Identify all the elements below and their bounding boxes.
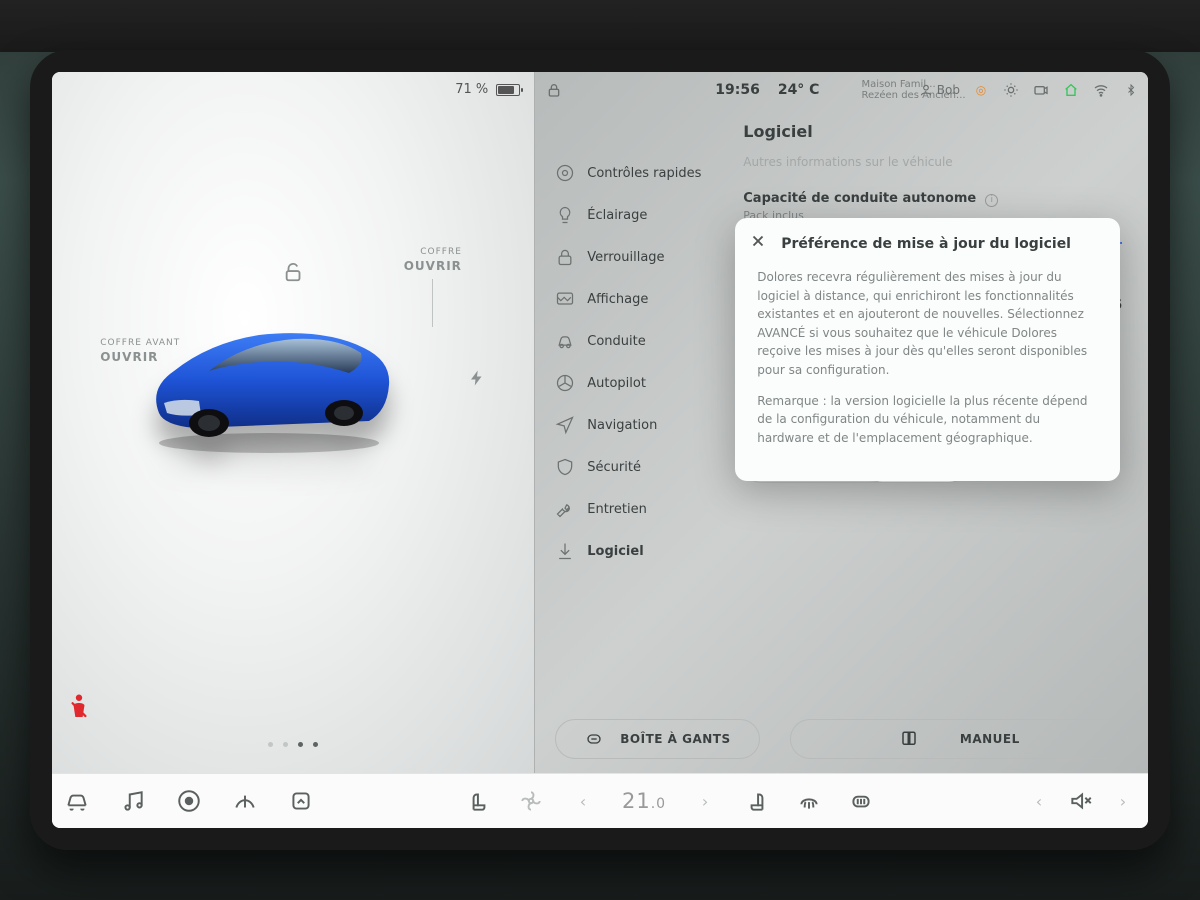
homelink-icon[interactable] xyxy=(1062,81,1080,99)
close-icon[interactable] xyxy=(749,232,767,250)
temp-down-icon[interactable]: ‹ xyxy=(570,788,596,814)
info-icon[interactable]: i xyxy=(985,194,998,207)
seat-heater-right-icon[interactable] xyxy=(744,788,770,814)
seatbelt-warning-icon xyxy=(68,693,90,723)
sidebar-item-lights[interactable]: Éclairage xyxy=(555,194,725,236)
popover-body-2: Remarque : la version logicielle la plus… xyxy=(757,392,1098,448)
sidebar-item-display[interactable]: Affichage xyxy=(555,278,725,320)
charge-port-icon[interactable] xyxy=(468,366,486,394)
climate-temp[interactable]: 21.0 xyxy=(622,789,666,813)
popover-body-1: Dolores recevra régulièrement des mises … xyxy=(757,268,1098,380)
car-app-icon[interactable] xyxy=(64,788,90,814)
update-preference-popover: Préférence de mise à jour du logiciel Do… xyxy=(735,218,1120,481)
popover-title: Préférence de mise à jour du logiciel xyxy=(757,236,1098,252)
lock-open-icon[interactable] xyxy=(283,261,305,287)
page-title: Logiciel xyxy=(743,122,1126,141)
driver-profile[interactable]: Bob xyxy=(919,83,960,97)
volume-mute-icon[interactable] xyxy=(1068,788,1094,814)
sentry-icon[interactable]: ◎ xyxy=(972,81,990,99)
outside-temp: 24° C xyxy=(778,82,820,98)
trunk-label: OUVRIR xyxy=(404,259,462,273)
dashcam-icon[interactable] xyxy=(1032,81,1050,99)
bottom-dock: ‹ 21.0 › ‹ › xyxy=(52,773,1148,828)
toybox-icon[interactable] xyxy=(176,788,202,814)
wipers-icon[interactable] xyxy=(232,788,258,814)
settings-sidebar: Contrôles rapides Éclairage Verrouillage… xyxy=(535,108,725,713)
music-icon[interactable] xyxy=(120,788,146,814)
sidebar-item-service[interactable]: Entretien xyxy=(555,488,725,530)
launcher-icon[interactable] xyxy=(288,788,314,814)
volume-down-icon[interactable]: ‹ xyxy=(1026,788,1052,814)
wifi-icon[interactable] xyxy=(1092,81,1110,99)
status-row: 71 % xyxy=(455,82,520,97)
trunk-sublabel: COFFRE xyxy=(404,247,462,257)
battery-percent: 71 % xyxy=(455,82,488,97)
sidebar-item-safety[interactable]: Sécurité xyxy=(555,446,725,488)
sidebar-item-driving[interactable]: Conduite xyxy=(555,320,725,362)
right-header: 19:56 24° C Maison Famil... Rezéen des A… xyxy=(535,72,1148,108)
sidebar-item-software[interactable]: Logiciel xyxy=(555,530,725,572)
defrost-rear-icon[interactable] xyxy=(848,788,874,814)
seat-heater-left-icon[interactable] xyxy=(466,788,492,814)
fan-icon[interactable] xyxy=(518,788,544,814)
card-pager[interactable] xyxy=(52,742,534,747)
owners-manual-button[interactable]: MANUEL xyxy=(790,719,1128,759)
defrost-front-icon[interactable] xyxy=(796,788,822,814)
car-render xyxy=(139,303,399,453)
brightness-icon[interactable] xyxy=(1002,81,1020,99)
sidebar-item-quick-controls[interactable]: Contrôles rapides xyxy=(555,152,725,194)
vehicle-lock-icon[interactable] xyxy=(545,81,563,99)
battery-icon xyxy=(496,84,520,96)
volume-up-icon[interactable]: › xyxy=(1110,788,1136,814)
car-status-panel: 71 % COFFRE AVANT OUVRIR COFFRE OUVRIR xyxy=(52,72,534,773)
clock: 19:56 xyxy=(715,82,760,98)
glovebox-button[interactable]: BOÎTE À GANTS xyxy=(555,719,759,759)
temp-up-icon[interactable]: › xyxy=(692,788,718,814)
sidebar-item-navigation[interactable]: Navigation xyxy=(555,404,725,446)
more-vehicle-info-link[interactable]: Autres informations sur le véhicule xyxy=(743,155,1126,169)
trunk-open-button[interactable]: COFFRE OUVRIR xyxy=(404,247,462,327)
sidebar-item-autopilot[interactable]: Autopilot xyxy=(555,362,725,404)
settings-panel: 19:56 24° C Maison Famil... Rezéen des A… xyxy=(534,72,1148,773)
sidebar-item-locks[interactable]: Verrouillage xyxy=(555,236,725,278)
fsd-capability-label: Capacité de conduite autonome xyxy=(743,191,976,206)
bluetooth-icon[interactable] xyxy=(1122,81,1140,99)
